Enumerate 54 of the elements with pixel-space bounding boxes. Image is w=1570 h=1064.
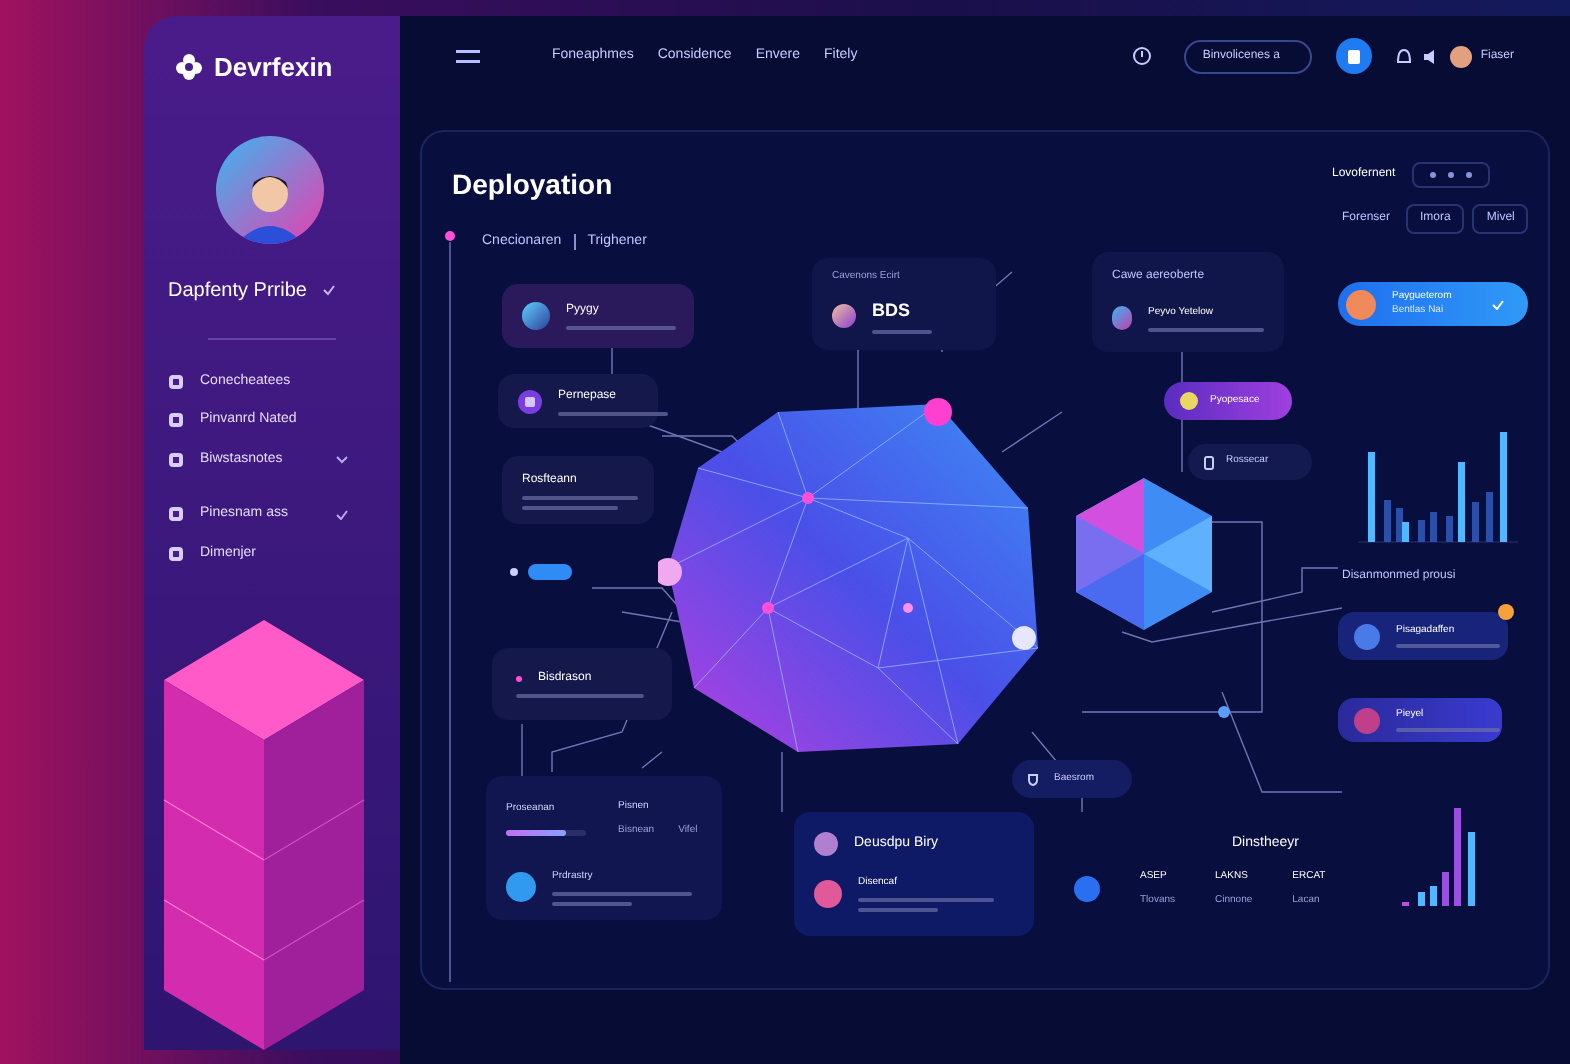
blurred-text-line [1396, 644, 1500, 649]
bar-chart-drawing [1402, 808, 1476, 906]
avatar [832, 303, 856, 328]
avatar [1180, 392, 1198, 410]
avatar [1112, 306, 1132, 331]
blurred-text-line [1396, 728, 1500, 733]
blurred-text-line [858, 897, 994, 901]
page-title: Deployation [452, 166, 613, 204]
blurred-text-line [552, 901, 632, 905]
blurred-text-line [558, 411, 668, 415]
phone-icon [1204, 455, 1214, 469]
flower-logo-icon [176, 54, 202, 81]
blurred-text-line [522, 495, 638, 499]
blurred-text-line [516, 694, 644, 698]
check-icon [1492, 299, 1504, 309]
square-glyph-icon [518, 389, 542, 413]
avatar [1354, 707, 1380, 733]
blurred-text-line [858, 907, 938, 911]
avatar [814, 879, 842, 908]
toggle-switch[interactable] [528, 564, 572, 580]
avatar [1074, 876, 1100, 902]
blurred-text-line [872, 330, 932, 334]
menu-icon [456, 49, 480, 63]
blurred-text-line [1148, 327, 1264, 331]
alert-circle-icon [1132, 46, 1153, 66]
dot-icon [1465, 172, 1472, 178]
blurred-text-line [552, 891, 692, 895]
square-glyph-icon [168, 412, 184, 429]
avatar [506, 872, 536, 903]
square-glyph-icon [168, 373, 184, 390]
avatar [522, 302, 550, 330]
dot-icon [1429, 172, 1436, 178]
document-icon [1348, 49, 1361, 63]
profile-button[interactable] [1336, 38, 1373, 74]
speaker-icon [1424, 49, 1439, 63]
app-logo-text: Devrfexin [214, 50, 333, 86]
square-glyph-icon [168, 506, 184, 523]
square-glyph-icon [168, 451, 184, 468]
check-icon [336, 509, 348, 520]
profile-name: Dapfenty Prribe [168, 277, 307, 305]
check-icon [322, 284, 337, 296]
metric-value: BDS [872, 297, 913, 323]
chevron-down-icon [336, 455, 348, 464]
blurred-text-line [566, 326, 676, 330]
segmented-control[interactable] [1411, 162, 1490, 188]
avatar [1354, 623, 1380, 649]
square-glyph-icon [168, 545, 184, 562]
dot-icon [1447, 172, 1454, 178]
shield-icon [1028, 773, 1038, 785]
blurred-text-line [522, 505, 618, 509]
bell-icon [1396, 47, 1413, 65]
avatar [814, 832, 838, 856]
avatar [1346, 289, 1376, 319]
user-avatar [1450, 45, 1473, 67]
